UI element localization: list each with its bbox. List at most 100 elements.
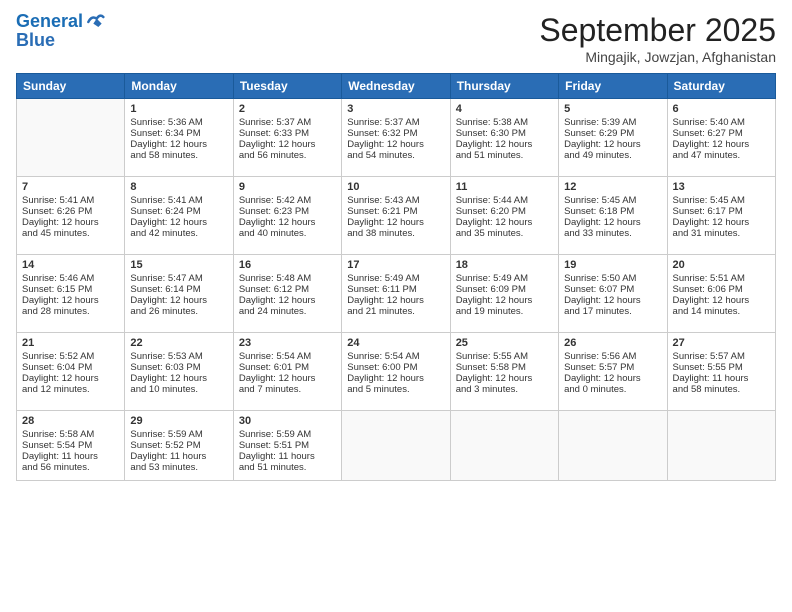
cell-content: Daylight: 12 hours [22, 295, 119, 306]
day-number: 7 [22, 181, 119, 193]
table-cell: 25Sunrise: 5:55 AMSunset: 5:58 PMDayligh… [450, 333, 558, 411]
cell-content: Daylight: 12 hours [130, 295, 227, 306]
cell-content: Sunset: 6:06 PM [673, 284, 770, 295]
cell-content: Sunset: 6:07 PM [564, 284, 661, 295]
cell-content: Daylight: 12 hours [673, 139, 770, 150]
cell-content: Sunset: 6:24 PM [130, 206, 227, 217]
cell-content: Sunrise: 5:49 AM [347, 273, 444, 284]
cell-content: and 28 minutes. [22, 306, 119, 317]
col-saturday: Saturday [667, 74, 775, 99]
day-number: 11 [456, 181, 553, 193]
cell-content: Sunset: 6:26 PM [22, 206, 119, 217]
table-row: 7Sunrise: 5:41 AMSunset: 6:26 PMDaylight… [17, 177, 776, 255]
cell-content: Sunset: 6:34 PM [130, 128, 227, 139]
cell-content: Daylight: 12 hours [130, 373, 227, 384]
cell-content: and 47 minutes. [673, 150, 770, 161]
cell-content: Sunset: 6:20 PM [456, 206, 553, 217]
day-number: 24 [347, 337, 444, 349]
cell-content: Daylight: 12 hours [564, 139, 661, 150]
cell-content: Sunset: 6:01 PM [239, 362, 336, 373]
table-cell: 9Sunrise: 5:42 AMSunset: 6:23 PMDaylight… [233, 177, 341, 255]
day-number: 27 [673, 337, 770, 349]
cell-content: Daylight: 12 hours [239, 295, 336, 306]
cell-content: and 45 minutes. [22, 228, 119, 239]
day-number: 26 [564, 337, 661, 349]
cell-content: and 40 minutes. [239, 228, 336, 239]
day-number: 3 [347, 103, 444, 115]
table-cell: 5Sunrise: 5:39 AMSunset: 6:29 PMDaylight… [559, 99, 667, 177]
cell-content: and 38 minutes. [347, 228, 444, 239]
cell-content: Daylight: 12 hours [673, 217, 770, 228]
cell-content: and 19 minutes. [456, 306, 553, 317]
day-number: 23 [239, 337, 336, 349]
logo-icon [85, 12, 105, 32]
cell-content: Sunrise: 5:49 AM [456, 273, 553, 284]
header: General Blue September 2025 Mingajik, Jo… [16, 12, 776, 65]
table-row: 1Sunrise: 5:36 AMSunset: 6:34 PMDaylight… [17, 99, 776, 177]
day-number: 22 [130, 337, 227, 349]
cell-content: Sunrise: 5:46 AM [22, 273, 119, 284]
cell-content: Sunrise: 5:41 AM [22, 195, 119, 206]
cell-content: Sunrise: 5:52 AM [22, 351, 119, 362]
table-cell: 8 Sunrise: 5:41 AMSunset: 6:24 PMDaylight… [125, 177, 233, 255]
cell-content: Daylight: 12 hours [130, 217, 227, 228]
cell-content: and 10 minutes. [130, 384, 227, 395]
cell-content: and 54 minutes. [347, 150, 444, 161]
table-cell: 19Sunrise: 5:50 AMSunset: 6:07 PMDayligh… [559, 255, 667, 333]
cell-content: and 21 minutes. [347, 306, 444, 317]
cell-content: Sunrise: 5:41 AM [130, 195, 227, 206]
cell-content: Daylight: 11 hours [22, 451, 119, 462]
cell-content: Daylight: 11 hours [239, 451, 336, 462]
cell-content: Sunset: 6:14 PM [130, 284, 227, 295]
cell-content: Sunset: 6:23 PM [239, 206, 336, 217]
table-cell: 4Sunrise: 5:38 AMSunset: 6:30 PMDaylight… [450, 99, 558, 177]
table-cell: 24Sunrise: 5:54 AMSunset: 6:00 PMDayligh… [342, 333, 450, 411]
header-row: Sunday Monday Tuesday Wednesday Thursday… [17, 74, 776, 99]
table-cell: 2Sunrise: 5:37 AMSunset: 6:33 PMDaylight… [233, 99, 341, 177]
table-cell: 13Sunrise: 5:45 AMSunset: 6:17 PMDayligh… [667, 177, 775, 255]
cell-content: Sunrise: 5:48 AM [239, 273, 336, 284]
table-cell [342, 411, 450, 481]
day-number: 17 [347, 259, 444, 271]
day-number: 1 [130, 103, 227, 115]
cell-content: Sunrise: 5:54 AM [239, 351, 336, 362]
cell-content: Sunrise: 5:54 AM [347, 351, 444, 362]
cell-content: Sunset: 6:17 PM [673, 206, 770, 217]
cell-content: Daylight: 12 hours [239, 217, 336, 228]
day-number: 10 [347, 181, 444, 193]
cell-content: Daylight: 12 hours [456, 217, 553, 228]
col-wednesday: Wednesday [342, 74, 450, 99]
table-cell: 6Sunrise: 5:40 AMSunset: 6:27 PMDaylight… [667, 99, 775, 177]
day-number: 9 [239, 181, 336, 193]
cell-content: Daylight: 12 hours [239, 139, 336, 150]
day-number: 2 [239, 103, 336, 115]
cell-content: Sunrise: 5:51 AM [673, 273, 770, 284]
cell-content: Sunset: 6:04 PM [22, 362, 119, 373]
cell-content: Sunrise: 5:50 AM [564, 273, 661, 284]
cell-content: Sunset: 6:32 PM [347, 128, 444, 139]
day-number: 5 [564, 103, 661, 115]
cell-content: Sunset: 5:55 PM [673, 362, 770, 373]
day-number: 16 [239, 259, 336, 271]
day-number: 12 [564, 181, 661, 193]
cell-content: Sunset: 5:51 PM [239, 440, 336, 451]
cell-content: and 56 minutes. [22, 462, 119, 473]
cell-content: Daylight: 12 hours [564, 217, 661, 228]
cell-content: and 33 minutes. [564, 228, 661, 239]
day-number: 29 [130, 415, 227, 427]
table-row: 14Sunrise: 5:46 AMSunset: 6:15 PMDayligh… [17, 255, 776, 333]
cell-content: Sunset: 6:11 PM [347, 284, 444, 295]
cell-content: and 42 minutes. [130, 228, 227, 239]
day-number: 25 [456, 337, 553, 349]
day-number: 13 [673, 181, 770, 193]
cell-content: and 24 minutes. [239, 306, 336, 317]
calendar-table: Sunday Monday Tuesday Wednesday Thursday… [16, 73, 776, 481]
cell-content: Sunrise: 5:44 AM [456, 195, 553, 206]
logo: General Blue [16, 12, 105, 51]
cell-content: Daylight: 12 hours [347, 217, 444, 228]
table-row: 28Sunrise: 5:58 AMSunset: 5:54 PMDayligh… [17, 411, 776, 481]
cell-content: and 49 minutes. [564, 150, 661, 161]
col-friday: Friday [559, 74, 667, 99]
day-number: 8 [130, 181, 227, 193]
cell-content: Sunrise: 5:59 AM [130, 429, 227, 440]
